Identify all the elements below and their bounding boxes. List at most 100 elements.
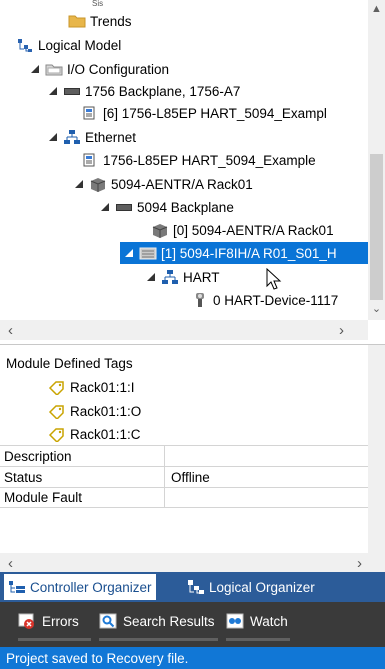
property-name: Status [0, 467, 165, 487]
tree-item-slot1-if8ih-selected[interactable]: [1] 5094-IF8IH/A R01_S01_H [120, 242, 368, 264]
property-value [165, 446, 368, 466]
folder-icon [68, 13, 86, 29]
results-toolbar: Errors Search Results Watch [0, 602, 385, 647]
backplane-icon [63, 83, 81, 99]
tree-item-hart[interactable]: HART [146, 266, 220, 288]
properties-horizontal-scrollbar[interactable]: ‹ › [0, 553, 368, 573]
scrollbar-thumb[interactable] [370, 154, 383, 300]
scroll-left-arrow-icon[interactable]: ‹ [2, 553, 19, 573]
scroll-down-arrow-icon[interactable]: ⌄ [368, 300, 385, 317]
errors-icon [18, 613, 36, 629]
tree-item-slot0-adapter[interactable]: [0] 5094-AENTR/A Rack01 [151, 219, 334, 241]
tab-underline [18, 638, 91, 641]
tree-item-label: I/O Configuration [67, 61, 170, 77]
tab-label: Watch [250, 613, 288, 629]
tab-underline [226, 638, 290, 641]
tab-controller-organizer[interactable]: Controller Organizer [4, 574, 156, 600]
property-row-status[interactable]: Status Offline [0, 466, 368, 487]
tab-logical-organizer[interactable]: Logical Organizer [183, 574, 319, 600]
tab-label: Logical Organizer [209, 579, 315, 595]
tree-item-label: [0] 5094-AENTR/A Rack01 [173, 222, 334, 238]
tree-item-hart-device[interactable]: 0 HART-Device-1117 [191, 289, 338, 311]
network-icon [63, 129, 81, 145]
tree-horizontal-scrollbar[interactable]: ‹ › [0, 320, 368, 340]
tree-item-trends[interactable]: Trends [68, 10, 132, 32]
tag-icon [48, 426, 66, 442]
backplane-icon [115, 199, 133, 215]
tree-item-1756-backplane[interactable]: 1756 Backplane, 1756-A7 [48, 80, 240, 102]
tree-item-logical-model[interactable]: Logical Model [16, 34, 121, 56]
tag-item[interactable]: Rack01:1:C [48, 423, 141, 445]
tree-item-label: Logical Model [38, 37, 122, 53]
tree-item-label: 0 HART-Device-1117 [213, 292, 339, 308]
property-value: Offline [171, 469, 210, 485]
expanded-arrow-icon[interactable] [146, 272, 156, 282]
tree-item-5094-backplane[interactable]: 5094 Backplane [100, 196, 234, 218]
scroll-right-arrow-icon[interactable]: › [351, 553, 368, 573]
tab-label: Controller Organizer [30, 579, 152, 595]
errors-tab[interactable]: Errors [18, 608, 79, 634]
property-row-description[interactable]: Description [0, 445, 368, 466]
expanded-arrow-icon[interactable] [124, 248, 134, 258]
organizer-tabs: Controller Organizer Logical Organizer [0, 572, 385, 602]
tag-label: Rack01:1:I [70, 379, 135, 395]
search-results-tab[interactable]: Search Results [99, 608, 215, 634]
tag-item[interactable]: Rack01:1:O [48, 400, 141, 422]
tag-icon [48, 403, 66, 419]
adapter-module-icon [151, 222, 169, 238]
tree-item-ethernet[interactable]: Ethernet [48, 126, 136, 148]
tree-item-label: 5094 Backplane [137, 199, 234, 215]
expanded-arrow-icon[interactable] [74, 179, 84, 189]
tag-icon [48, 379, 66, 395]
hart-device-icon [191, 292, 209, 308]
module-defined-tags-header: Module Defined Tags [6, 355, 133, 371]
property-name: Module Fault [0, 488, 165, 507]
tree-item-label: 1756 Backplane, 1756-A7 [85, 83, 241, 99]
tree-item-label: 5094-AENTR/A Rack01 [111, 176, 253, 192]
controller-organizer-tree[interactable]: Sis Trends Logical Model I/O Configurati… [0, 0, 385, 344]
expanded-arrow-icon[interactable] [48, 132, 58, 142]
scroll-left-arrow-icon[interactable]: ‹ [2, 320, 19, 340]
network-icon [161, 269, 179, 285]
properties-panel: Module Defined Tags Rack01:1:I Rack01:1:… [0, 344, 385, 573]
io-module-icon [139, 245, 157, 261]
logical-organizer-icon [187, 579, 205, 595]
property-row-module-fault[interactable]: Module Fault [0, 487, 368, 508]
tag-label: Rack01:1:O [70, 403, 142, 419]
watch-tab[interactable]: Watch [226, 608, 288, 634]
properties-vertical-scrollbar[interactable] [368, 345, 385, 573]
controller-organizer-icon [8, 579, 26, 595]
expanded-arrow-icon[interactable] [30, 64, 40, 74]
controller-module-icon [81, 105, 99, 121]
tree-item-io-configuration[interactable]: I/O Configuration [30, 58, 169, 80]
status-bar: Project saved to Recovery file. [0, 647, 385, 669]
tree-item-5094-aentr-rack01[interactable]: 5094-AENTR/A Rack01 [74, 173, 253, 195]
tree-item-label: 1756-L85EP HART_5094_Example [103, 152, 316, 168]
scroll-right-arrow-icon[interactable]: › [333, 320, 350, 340]
tree-item-label: Trends [90, 13, 132, 29]
logical-model-icon [16, 37, 34, 53]
tag-item[interactable]: Rack01:1:I [48, 376, 135, 398]
tree-item-ethernet-controller[interactable]: 1756-L85EP HART_5094_Example [81, 149, 316, 171]
tree-item-controller-slot6[interactable]: [6] 1756-L85EP HART_5094_Exampl [81, 102, 327, 124]
property-value [165, 488, 368, 507]
search-results-icon [99, 613, 117, 629]
tab-label: Errors [42, 613, 79, 629]
tab-label: Search Results [123, 613, 215, 629]
tree-item-label: [1] 5094-IF8IH/A R01_S01_H [161, 245, 337, 261]
tree-item-label: HART [183, 269, 220, 285]
tree-item-label: Ethernet [85, 129, 137, 145]
controller-module-icon [81, 152, 99, 168]
adapter-module-icon [89, 176, 107, 192]
tag-label: Rack01:1:C [70, 426, 141, 442]
partial-item-label: Sis [92, 0, 104, 8]
tab-underline [99, 638, 218, 641]
scroll-up-arrow-icon[interactable]: ▲ [368, 0, 385, 17]
tree-item-label: [6] 1756-L85EP HART_5094_Exampl [103, 105, 327, 121]
tree-vertical-scrollbar[interactable]: ▲ ⌄ [368, 0, 385, 320]
expanded-arrow-icon[interactable] [48, 86, 58, 96]
io-folder-icon [45, 61, 63, 77]
status-text: Project saved to Recovery file. [6, 650, 189, 666]
property-name: Description [0, 446, 165, 466]
expanded-arrow-icon[interactable] [100, 202, 110, 212]
